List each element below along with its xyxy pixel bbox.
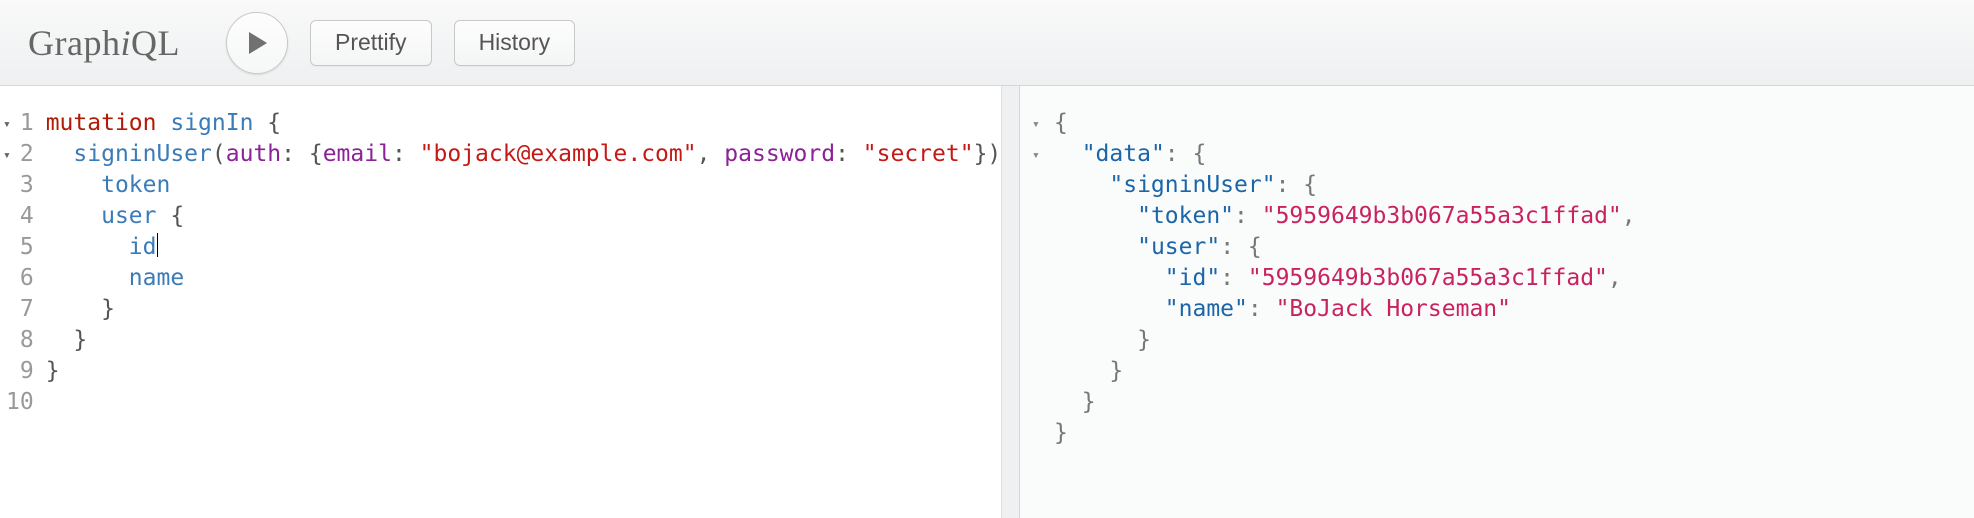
logo-text-pre: Graph bbox=[28, 23, 120, 63]
token-keyword: mutation bbox=[46, 110, 157, 136]
toolbar: GraphiQL Prettify History bbox=[0, 0, 1974, 86]
fold-toggle[interactable]: ▾ bbox=[3, 140, 11, 171]
pane-divider[interactable] bbox=[1002, 86, 1020, 518]
logo-text-i: i bbox=[120, 23, 131, 63]
fold-toggle[interactable]: ▾ bbox=[1032, 108, 1054, 139]
fold-toggle[interactable]: ▾ bbox=[1032, 139, 1054, 170]
line-number: 3 bbox=[6, 170, 34, 201]
query-editor[interactable]: ▾1 ▾2 3 4 5 6 7 8 9 10 mutation signIn {… bbox=[0, 86, 1002, 518]
editor-gutter: ▾ 1 ▾ 2 3 4 5 6 7 8 9 10 bbox=[6, 108, 46, 518]
result-pane: ▾ ▾ { "data": { "signinUser": { "token":… bbox=[1020, 86, 1974, 518]
json-string: "BoJack Horseman" bbox=[1276, 296, 1511, 322]
token-arg: password bbox=[724, 141, 835, 167]
json-key: "data" bbox=[1082, 141, 1165, 167]
json-key: "name" bbox=[1165, 296, 1248, 322]
json-key: "id" bbox=[1165, 265, 1220, 291]
result-code[interactable]: { "data": { "signinUser": { "token": "59… bbox=[1054, 108, 1636, 449]
text-cursor bbox=[157, 233, 158, 257]
play-icon bbox=[247, 32, 267, 54]
token-arg: auth bbox=[226, 141, 281, 167]
token-string: "bojack@example.com" bbox=[420, 141, 697, 167]
json-string: "5959649b3b067a55a3c1ffad" bbox=[1248, 265, 1608, 291]
execute-button[interactable] bbox=[226, 12, 288, 74]
token-field: user bbox=[101, 203, 156, 229]
app-logo: GraphiQL bbox=[28, 22, 180, 64]
logo-text-post: QL bbox=[131, 23, 180, 63]
result-gutter: ▾ ▾ bbox=[1032, 108, 1054, 449]
json-key: "token" bbox=[1137, 203, 1234, 229]
editor-code[interactable]: mutation signIn { signinUser(auth: {emai… bbox=[46, 108, 1029, 518]
line-number: 1 bbox=[20, 110, 34, 136]
history-button[interactable]: History bbox=[454, 20, 576, 66]
token-field: name bbox=[129, 265, 184, 291]
line-number: 6 bbox=[6, 263, 34, 294]
token-field: id bbox=[129, 234, 157, 260]
prettify-button[interactable]: Prettify bbox=[310, 20, 432, 66]
json-string: "5959649b3b067a55a3c1ffad" bbox=[1262, 203, 1622, 229]
workspace: ▾ 1 ▾ 2 3 4 5 6 7 8 9 10 mutation signIn {… bbox=[0, 86, 1974, 518]
token-field: signinUser bbox=[73, 141, 211, 167]
line-number: 8 bbox=[6, 325, 34, 356]
line-number: 2 bbox=[20, 141, 34, 167]
token-arg: email bbox=[323, 141, 392, 167]
fold-toggle[interactable]: ▾ bbox=[3, 109, 11, 140]
json-key: "user" bbox=[1137, 234, 1220, 260]
line-number: 5 bbox=[6, 232, 34, 263]
line-number: 4 bbox=[6, 201, 34, 232]
token-field: token bbox=[101, 172, 170, 198]
line-number: 10 bbox=[6, 387, 34, 418]
line-number: 9 bbox=[6, 356, 34, 387]
token-string: "secret" bbox=[863, 141, 974, 167]
line-number: 7 bbox=[6, 294, 34, 325]
token-operation-name: signIn bbox=[170, 110, 253, 136]
json-key: "signinUser" bbox=[1109, 172, 1275, 198]
